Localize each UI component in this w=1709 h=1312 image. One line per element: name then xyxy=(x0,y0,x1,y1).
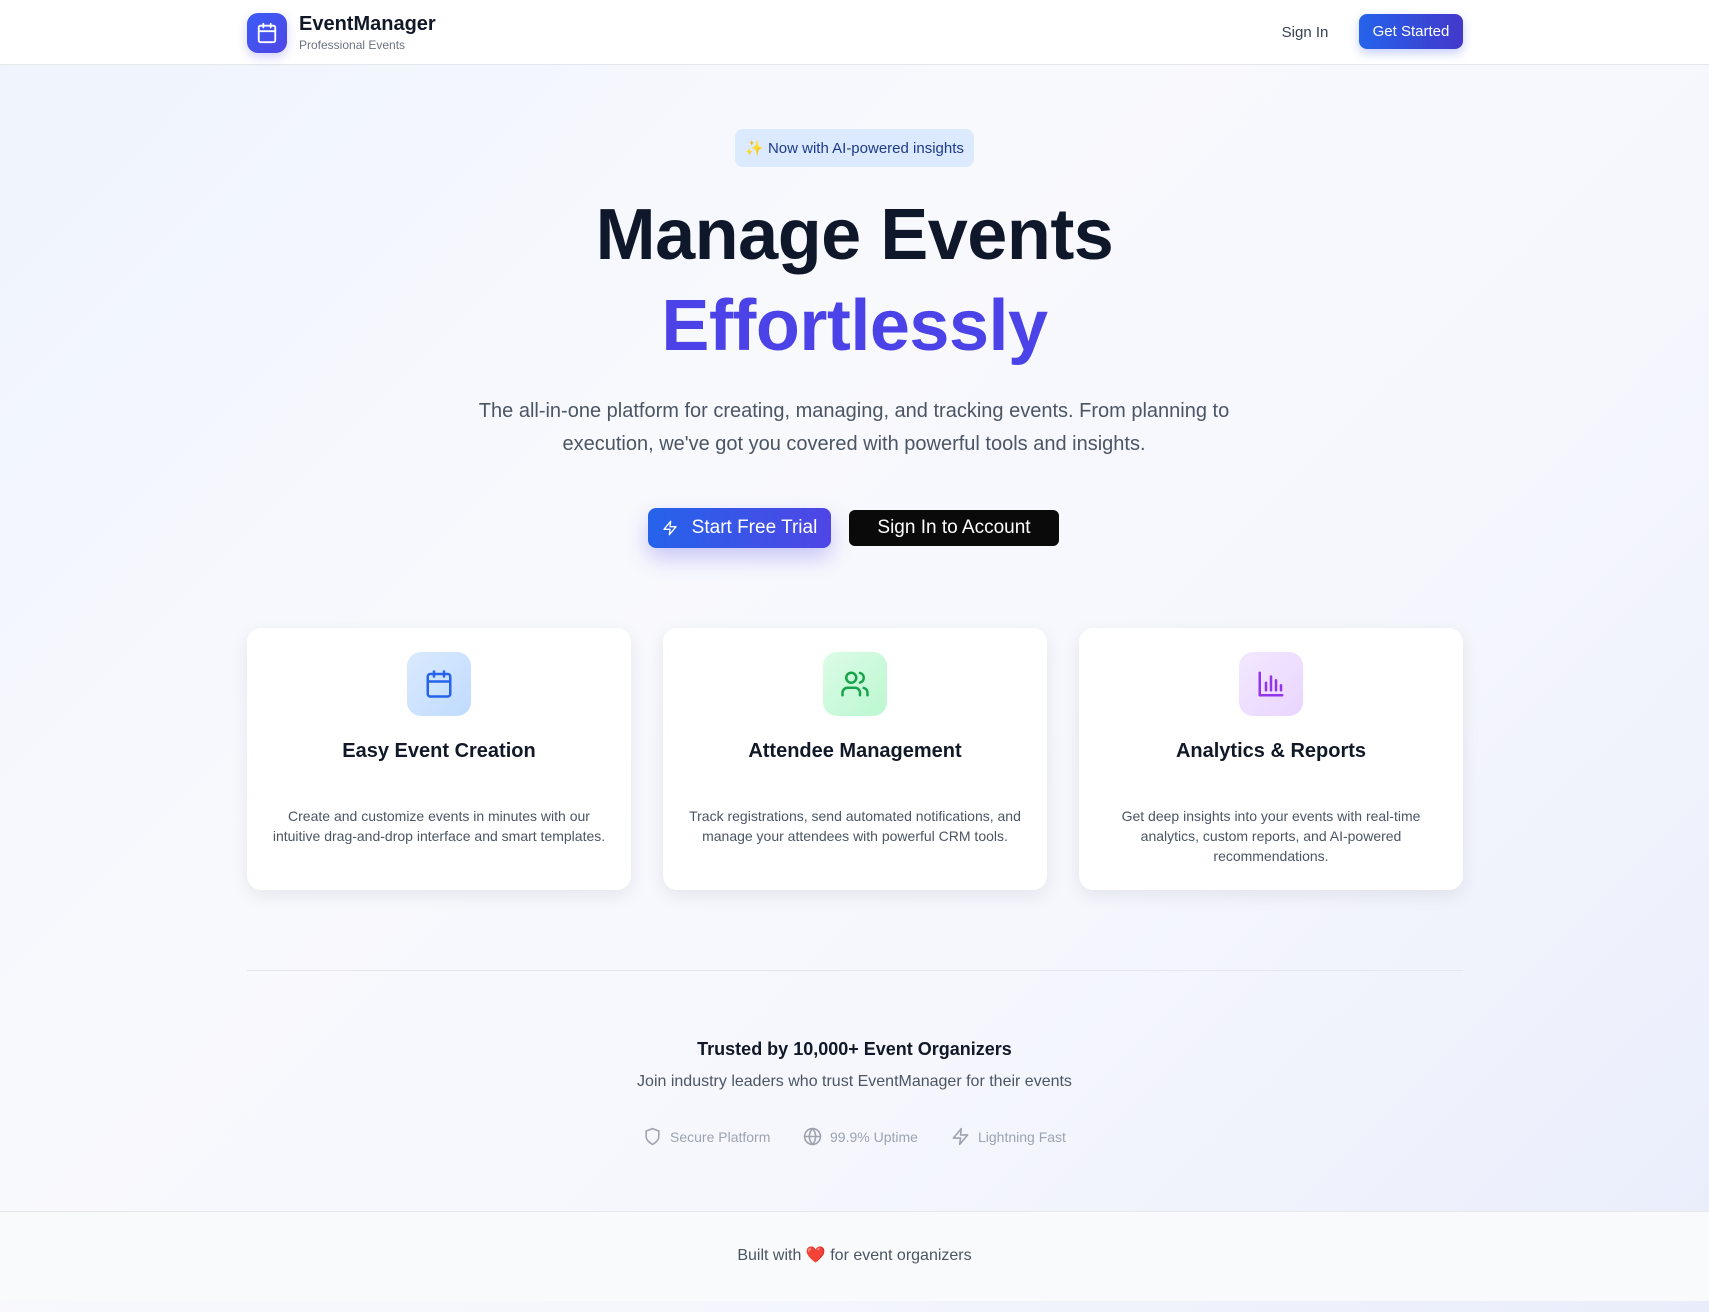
bar-chart-icon xyxy=(1239,652,1303,716)
feature-card-event-creation: Easy Event Creation Create and customize… xyxy=(247,628,631,890)
shield-icon xyxy=(645,1127,660,1146)
get-started-button[interactable]: Get Started xyxy=(1359,14,1463,49)
start-free-trial-label: Start Free Trial xyxy=(691,517,818,538)
feature-title: Easy Event Creation xyxy=(342,740,536,762)
feature-description: Track registrations, send automated noti… xyxy=(689,808,1021,844)
zap-icon xyxy=(952,1127,969,1146)
globe-icon xyxy=(803,1127,822,1146)
footer-text: Built with ❤️ for event organizers xyxy=(0,1245,1709,1265)
footer: Built with ❤️ for event organizers xyxy=(0,1211,1709,1301)
feature-description: Create and customize events in minutes w… xyxy=(272,808,606,844)
feature-title: Analytics & Reports xyxy=(1175,740,1367,762)
zap-icon xyxy=(663,520,677,536)
ai-insights-badge: ✨ Now with AI-powered insights xyxy=(735,129,974,167)
feature-description: Get deep insights into your events with … xyxy=(1121,808,1421,864)
trust-title: Trusted by 10,000+ Event Organizers xyxy=(697,1039,1012,1059)
hero-title-line1: Manage Events xyxy=(595,195,1114,275)
users-icon xyxy=(823,652,887,716)
calendar-icon xyxy=(247,12,287,53)
trust-item-secure: Secure Platform xyxy=(643,1127,770,1146)
brand-tagline: Professional Events xyxy=(299,38,406,52)
heart-icon: ❤️ xyxy=(805,1247,826,1264)
trust-item-uptime: 99.9% Uptime xyxy=(803,1127,918,1146)
footer-text-after: for event organizers xyxy=(830,1247,972,1264)
brand-name: EventManager xyxy=(299,13,436,35)
sign-in-to-account-button[interactable]: Sign In to Account xyxy=(849,510,1059,546)
brand[interactable]: EventManager Professional Events xyxy=(247,12,436,53)
hero-title-line2: Effortlessly xyxy=(661,286,1048,366)
top-navbar: EventManager Professional Events Sign In… xyxy=(0,0,1709,65)
feature-card-analytics: Analytics & Reports Get deep insights in… xyxy=(1079,628,1463,890)
trust-subtitle: Join industry leaders who trust EventMan… xyxy=(637,1073,1072,1090)
feature-title: Attendee Management xyxy=(748,740,962,762)
calendar-icon xyxy=(407,652,471,716)
sign-in-link[interactable]: Sign In xyxy=(1268,18,1342,46)
trust-item-label: Secure Platform xyxy=(670,1128,771,1145)
trust-item-label: 99.9% Uptime xyxy=(830,1128,918,1145)
start-free-trial-button[interactable]: Start Free Trial xyxy=(648,508,831,548)
feature-card-attendee-management: Attendee Management Track registrations,… xyxy=(663,628,1047,890)
brand-text: EventManager Professional Events xyxy=(299,12,436,53)
trust-item-label: Lightning Fast xyxy=(978,1128,1066,1145)
hero-subtitle: The all-in-one platform for creating, ma… xyxy=(478,400,1230,455)
section-divider xyxy=(247,970,1463,971)
trust-item-fast: Lightning Fast xyxy=(951,1127,1066,1146)
footer-text-before: Built with xyxy=(737,1247,802,1264)
